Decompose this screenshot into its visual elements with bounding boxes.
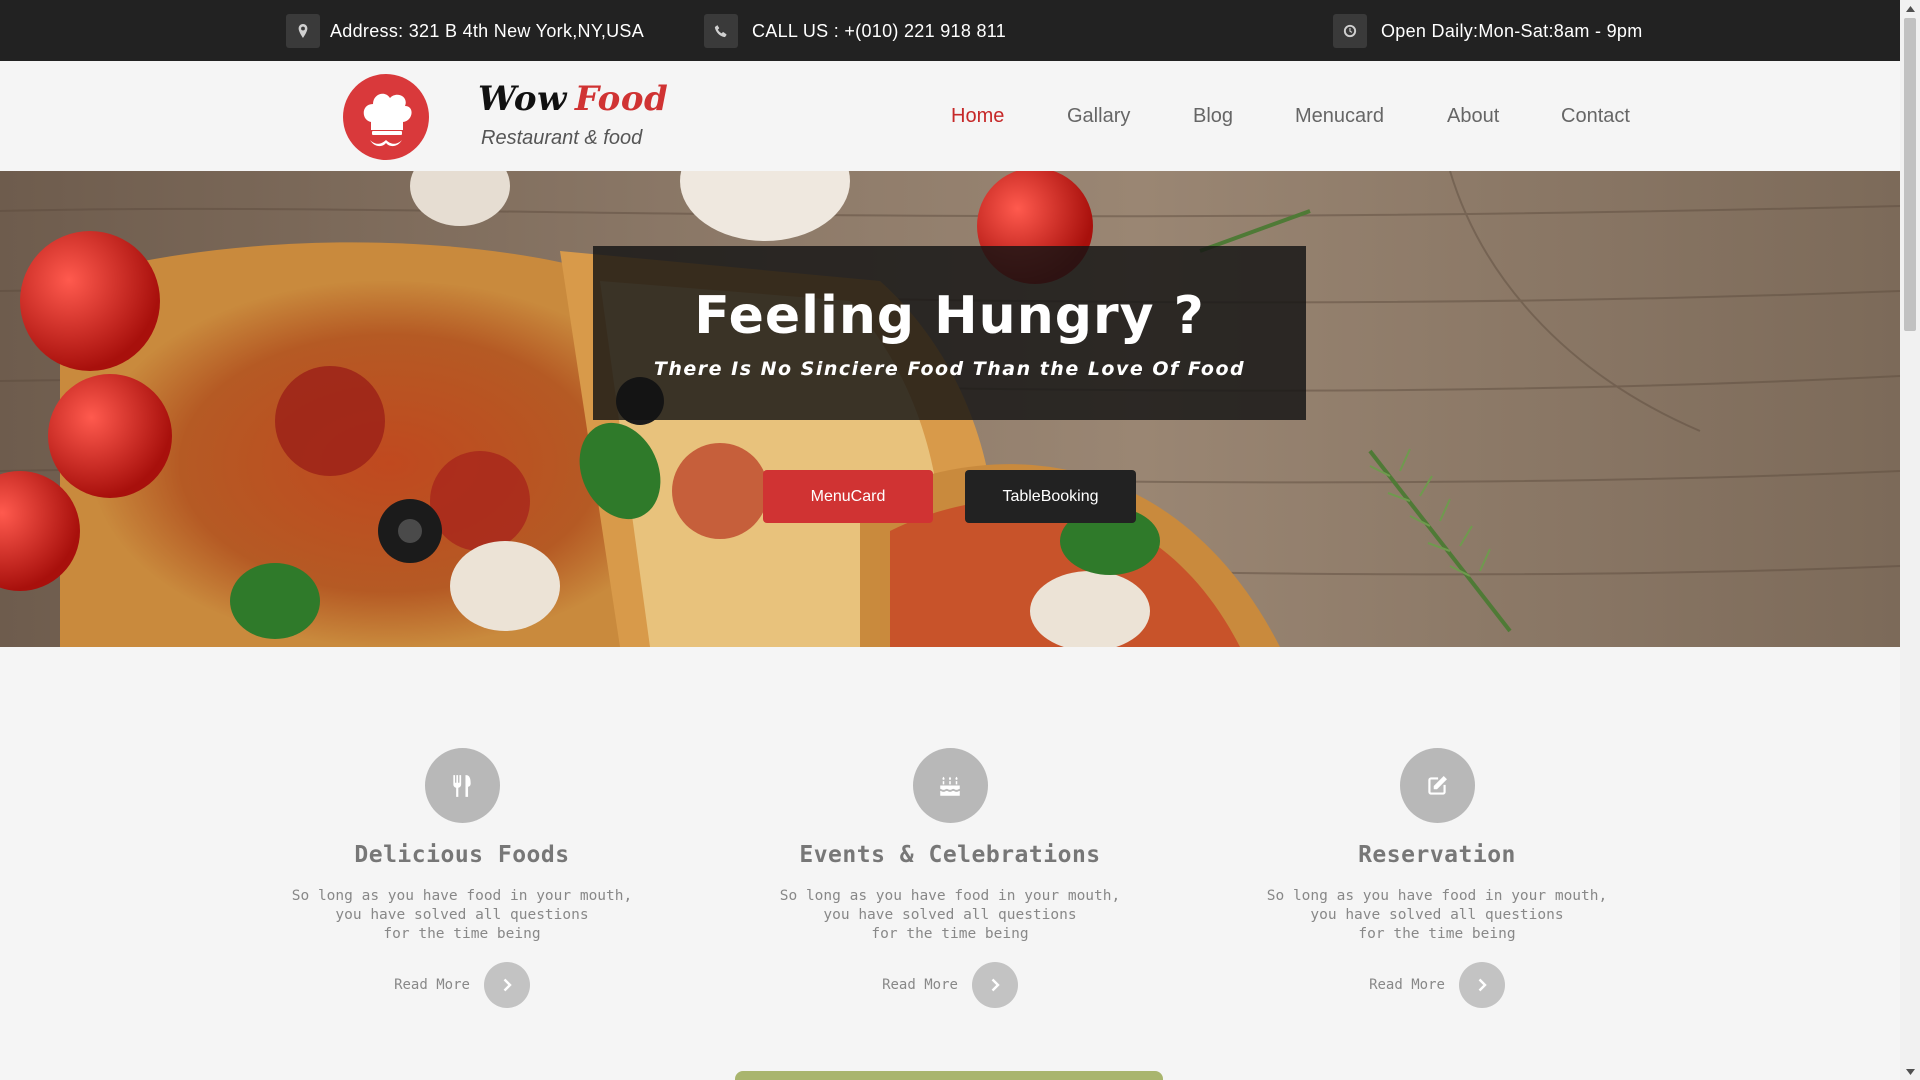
nav-blog[interactable]: Blog xyxy=(1193,105,1233,128)
brand-word-food: Food xyxy=(574,79,669,119)
feature-text: So long as you have food in your mouth, … xyxy=(1193,887,1681,944)
menucard-button[interactable]: MenuCard xyxy=(763,470,933,523)
phone-text[interactable]: CALL US : +(010) 221 918 811 xyxy=(752,21,1006,42)
read-more-link[interactable]: Read More xyxy=(218,962,706,1008)
nav-home[interactable]: Home xyxy=(951,105,1004,128)
read-more-label[interactable]: Read More xyxy=(1369,977,1445,993)
chevron-right-icon[interactable] xyxy=(971,962,1018,1008)
brand-name[interactable]: Wow Food xyxy=(478,79,668,119)
brand-tagline: Restaurant & food xyxy=(481,127,643,149)
chevron-right-icon[interactable] xyxy=(1458,962,1505,1008)
feature-title: Delicious Foods xyxy=(354,842,570,868)
read-more-label[interactable]: Read More xyxy=(394,977,470,993)
nav-menucard[interactable]: Menucard xyxy=(1295,105,1384,128)
nav-contact[interactable]: Contact xyxy=(1561,105,1630,128)
edit-icon xyxy=(1399,748,1475,823)
cutlery-icon xyxy=(424,748,500,823)
birthday-cake-icon xyxy=(912,748,988,823)
hero-caption-box: Feeling Hungry ? There Is No Sinciere Fo… xyxy=(593,246,1306,420)
hero-subtitle: There Is No Sinciere Food Than the Love … xyxy=(653,358,1246,380)
feature-title: Events & Celebrations xyxy=(799,842,1101,868)
address-text: Address: 321 B 4th New York,NY,USA xyxy=(330,20,645,41)
feature-text-line: you have solved all questions xyxy=(1310,907,1564,923)
site-header: Wow Food Restaurant & food Home Gallary B… xyxy=(0,61,1900,171)
top-info-bar: Address: 321 B 4th New York,NY,USA CALL … xyxy=(0,0,1900,61)
feature-text-line: for the time being xyxy=(1358,926,1516,942)
read-more-link[interactable]: Read More xyxy=(1193,962,1681,1008)
chevron-right-icon[interactable] xyxy=(483,962,530,1008)
feature-text-line: you have solved all questions xyxy=(823,907,1077,923)
feature-delicious-foods: Delicious Foods So long as you have food… xyxy=(218,748,706,1008)
phone-icon xyxy=(704,14,738,48)
brand-word-wow: Wow xyxy=(478,79,567,119)
read-more-label[interactable]: Read More xyxy=(882,977,958,993)
feature-text: So long as you have food in your mouth, … xyxy=(218,887,706,944)
phone-info: CALL US : +(010) 221 918 811 xyxy=(704,13,1006,49)
feature-text: So long as you have food in your mouth, … xyxy=(706,887,1194,944)
chef-hat-mustache-icon xyxy=(363,93,412,147)
map-marker-icon xyxy=(286,14,320,48)
scroll-down-arrow-icon[interactable] xyxy=(1900,1063,1920,1080)
feature-text-line: you have solved all questions xyxy=(335,907,589,923)
scroll-up-arrow-icon[interactable] xyxy=(1900,0,1920,17)
feature-text-line: for the time being xyxy=(871,926,1029,942)
clock-icon xyxy=(1333,14,1367,48)
address-info: Address: 321 B 4th New York,NY,USA xyxy=(286,13,644,49)
tablebooking-button[interactable]: TableBooking xyxy=(965,470,1136,523)
logo[interactable] xyxy=(343,74,429,160)
feature-text-line: for the time being xyxy=(383,926,541,942)
feature-reservation: Reservation So long as you have food in … xyxy=(1193,748,1681,1008)
next-section-tab[interactable] xyxy=(735,1071,1163,1080)
scrollbar-thumb[interactable] xyxy=(1904,18,1916,331)
nav-gallary[interactable]: Gallary xyxy=(1067,105,1130,128)
hours-info: Open Daily:Mon-Sat:8am - 9pm xyxy=(1333,13,1643,49)
page: Address: 321 B 4th New York,NY,USA CALL … xyxy=(0,0,1920,1080)
hero-title: Feeling Hungry ? xyxy=(694,286,1205,346)
feature-text-line: So long as you have food in your mouth, xyxy=(291,888,633,904)
hours-text: Open Daily:Mon-Sat:8am - 9pm xyxy=(1381,20,1643,41)
feature-title: Reservation xyxy=(1358,842,1516,868)
feature-text-line: So long as you have food in your mouth, xyxy=(779,888,1121,904)
read-more-link[interactable]: Read More xyxy=(706,962,1194,1008)
hero-banner: Feeling Hungry ? There Is No Sinciere Fo… xyxy=(0,171,1900,647)
feature-events-celebrations: Events & Celebrations So long as you hav… xyxy=(706,748,1194,1008)
feature-text-line: So long as you have food in your mouth, xyxy=(1266,888,1608,904)
nav-about[interactable]: About xyxy=(1447,105,1499,128)
vertical-scrollbar[interactable] xyxy=(1900,0,1920,1080)
